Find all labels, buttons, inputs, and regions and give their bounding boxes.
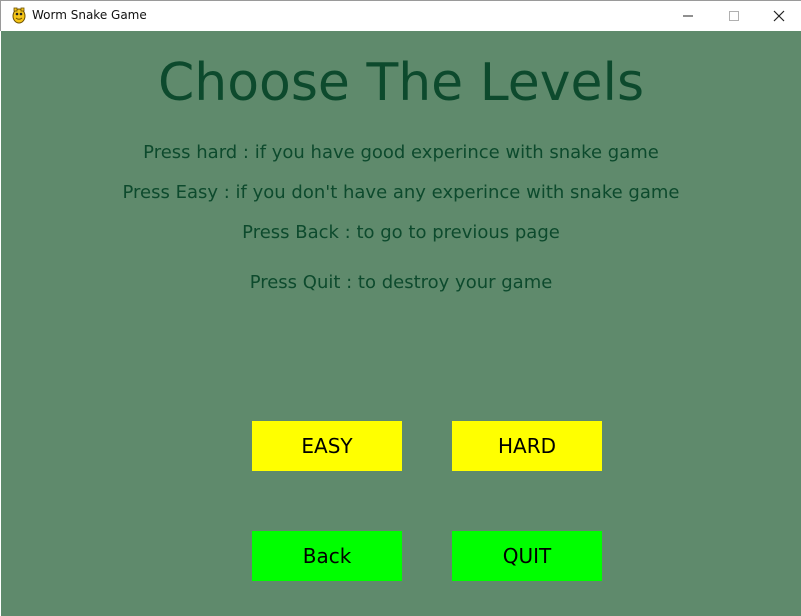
page-title: Choose The Levels xyxy=(157,53,645,113)
quit-button[interactable]: QUIT xyxy=(452,531,602,581)
instruction-quit: Press Quit : to destroy your game xyxy=(249,272,553,293)
game-screen: Choose The Levels Press hard : if you ha… xyxy=(1,31,801,616)
maximize-button[interactable] xyxy=(711,1,757,31)
close-button[interactable] xyxy=(756,1,801,31)
instruction-back: Press Back : to go to previous page xyxy=(242,222,560,243)
minimize-button[interactable] xyxy=(665,1,711,31)
minimize-icon xyxy=(682,7,694,26)
easy-button[interactable]: EASY xyxy=(252,421,402,471)
window-title: Worm Snake Game xyxy=(32,8,147,22)
snake-app-icon xyxy=(11,7,27,24)
hard-button[interactable]: HARD xyxy=(452,421,602,471)
back-button[interactable]: Back xyxy=(252,531,402,581)
instruction-easy: Press Easy : if you don't have any exper… xyxy=(122,182,680,203)
instruction-hard: Press hard : if you have good experince … xyxy=(143,142,659,163)
maximize-icon xyxy=(728,7,740,26)
title-bar[interactable]: Worm Snake Game xyxy=(0,0,801,31)
game-window: Worm Snake Game Choose The Levels Press … xyxy=(0,0,801,616)
close-icon xyxy=(773,7,785,26)
